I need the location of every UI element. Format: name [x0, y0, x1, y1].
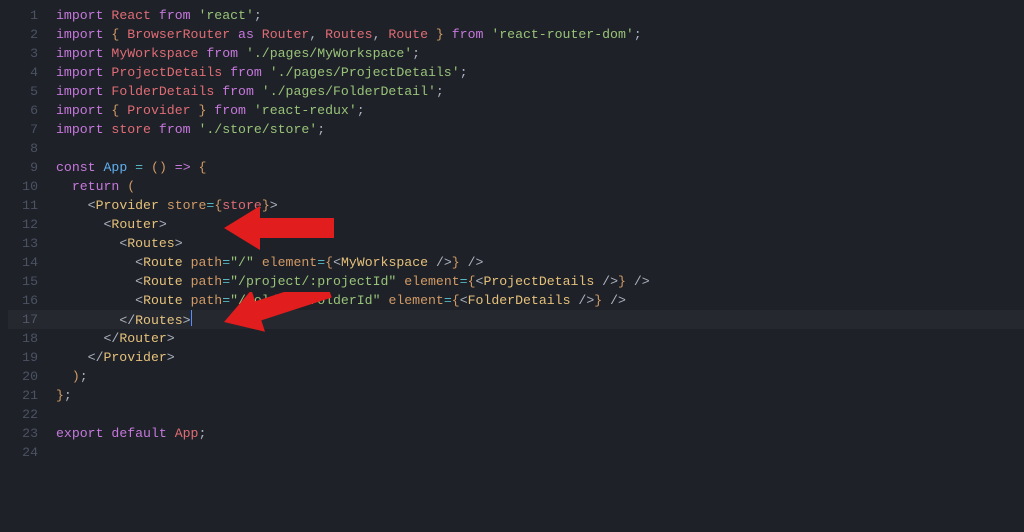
line-number: 5 — [0, 82, 38, 101]
code-line — [56, 405, 1024, 424]
code-line: import store from './store/store'; — [56, 120, 1024, 139]
code-area[interactable]: import React from 'react'; import { Brow… — [46, 6, 1024, 532]
line-number: 22 — [0, 405, 38, 424]
line-number: 21 — [0, 386, 38, 405]
code-line: import { BrowserRouter as Router, Routes… — [56, 25, 1024, 44]
code-line: <Router> — [56, 215, 1024, 234]
line-number: 23 — [0, 424, 38, 443]
code-line: }; — [56, 386, 1024, 405]
line-number: 9 — [0, 158, 38, 177]
line-number: 8 — [0, 139, 38, 158]
code-line: <Routes> — [56, 234, 1024, 253]
line-number: 11 — [0, 196, 38, 215]
line-number: 13 — [0, 234, 38, 253]
line-number: 1 — [0, 6, 38, 25]
code-line: </Router> — [56, 329, 1024, 348]
line-number: 4 — [0, 63, 38, 82]
code-line: <Provider store={store}> — [56, 196, 1024, 215]
code-line: const App = () => { — [56, 158, 1024, 177]
code-line: <Route path="/project/:projectId" elemen… — [56, 272, 1024, 291]
line-number: 3 — [0, 44, 38, 63]
code-line — [56, 139, 1024, 158]
code-line: </Provider> — [56, 348, 1024, 367]
line-number: 2 — [0, 25, 38, 44]
line-number: 6 — [0, 101, 38, 120]
code-line: import FolderDetails from './pages/Folde… — [56, 82, 1024, 101]
code-line: export default App; — [56, 424, 1024, 443]
code-line: import MyWorkspace from './pages/MyWorks… — [56, 44, 1024, 63]
line-number: 14 — [0, 253, 38, 272]
line-number: 24 — [0, 443, 38, 462]
code-line: import { Provider } from 'react-redux'; — [56, 101, 1024, 120]
code-line: return ( — [56, 177, 1024, 196]
line-number: 16 — [0, 291, 38, 310]
code-line — [56, 443, 1024, 462]
code-line: import ProjectDetails from './pages/Proj… — [56, 63, 1024, 82]
line-number: 18 — [0, 329, 38, 348]
line-number: 10 — [0, 177, 38, 196]
line-number: 7 — [0, 120, 38, 139]
line-number: 19 — [0, 348, 38, 367]
code-line: <Route path="/" element={<MyWorkspace />… — [56, 253, 1024, 272]
code-line: </Routes> — [56, 310, 1024, 329]
line-highlight — [8, 310, 1024, 329]
code-line: <Route path="/folder/:folderId" element=… — [56, 291, 1024, 310]
line-number: 15 — [0, 272, 38, 291]
code-line: ); — [56, 367, 1024, 386]
code-editor[interactable]: 123456789101112131415161718192021222324 … — [0, 0, 1024, 532]
code-line: import React from 'react'; — [56, 6, 1024, 25]
line-number-gutter: 123456789101112131415161718192021222324 — [0, 6, 46, 532]
line-number: 12 — [0, 215, 38, 234]
line-number: 20 — [0, 367, 38, 386]
